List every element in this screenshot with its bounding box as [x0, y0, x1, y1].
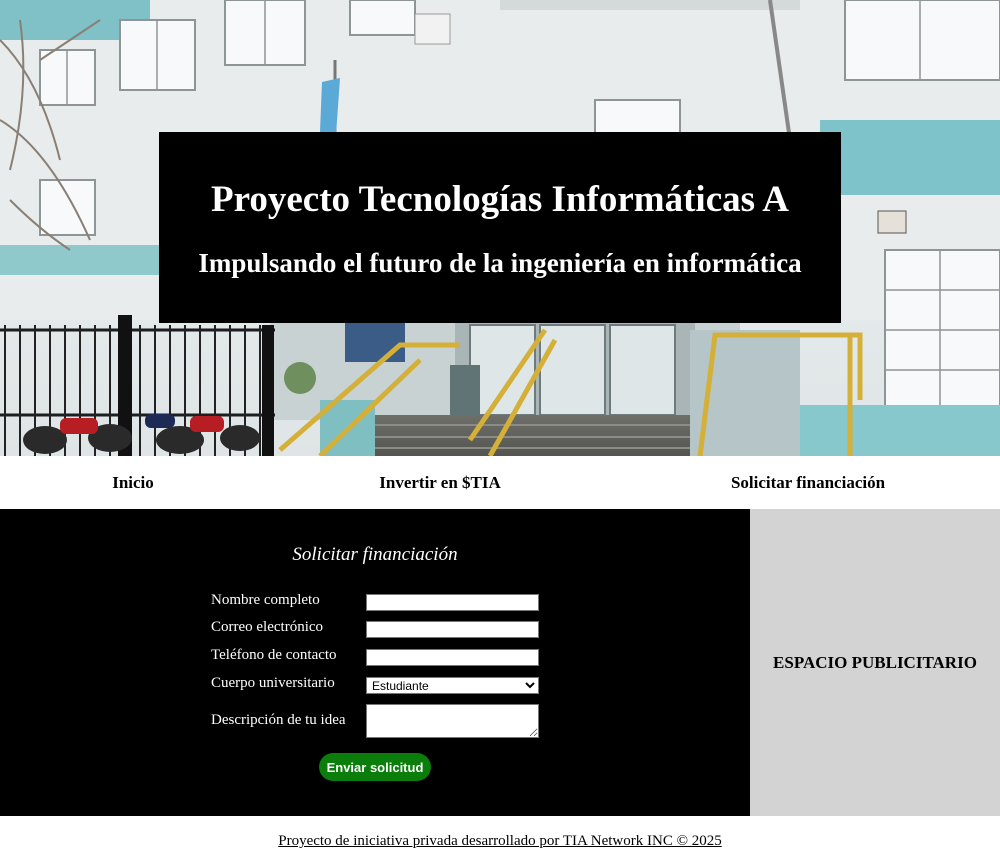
description-textarea[interactable] [366, 704, 539, 738]
hero-banner: Proyecto Tecnologías Informáticas A Impu… [0, 0, 1000, 456]
name-label: Nombre completo [211, 592, 320, 608]
email-input[interactable] [366, 621, 539, 638]
funding-form-section: Solicitar financiación Nombre completo C… [0, 509, 750, 816]
advertising-space: ESPACIO PUBLICITARIO [750, 509, 1000, 816]
form-title: Solicitar financiación [292, 544, 458, 565]
email-label: Correo electrónico [211, 619, 324, 635]
hero-title: Proyecto Tecnologías Informáticas A [211, 179, 789, 220]
nav-link-solicitar-financiacion[interactable]: Solicitar financiación [731, 473, 885, 493]
name-input[interactable] [366, 594, 539, 611]
university-body-select[interactable]: Estudiante [366, 677, 539, 694]
nav-link-inicio[interactable]: Inicio [112, 473, 154, 493]
phone-input[interactable] [366, 649, 539, 666]
footer: Proyecto de iniciativa privada desarroll… [0, 816, 1000, 866]
description-label: Descripción de tu idea [211, 712, 346, 728]
main-navigation: Inicio Invertir en $TIA Solicitar financ… [0, 456, 1000, 509]
nav-link-invertir[interactable]: Invertir en $TIA [379, 473, 501, 493]
university-body-label: Cuerpo universitario [211, 675, 335, 691]
hero-subtitle: Impulsando el futuro de la ingeniería en… [198, 248, 802, 278]
submit-request-button[interactable]: Enviar solicitud [319, 753, 431, 781]
advertising-label: ESPACIO PUBLICITARIO [773, 653, 977, 672]
hero-title-box: Proyecto Tecnologías Informáticas A Impu… [159, 132, 841, 323]
phone-label: Teléfono de contacto [211, 647, 337, 663]
footer-link[interactable]: Proyecto de iniciativa privada desarroll… [0, 832, 1000, 850]
